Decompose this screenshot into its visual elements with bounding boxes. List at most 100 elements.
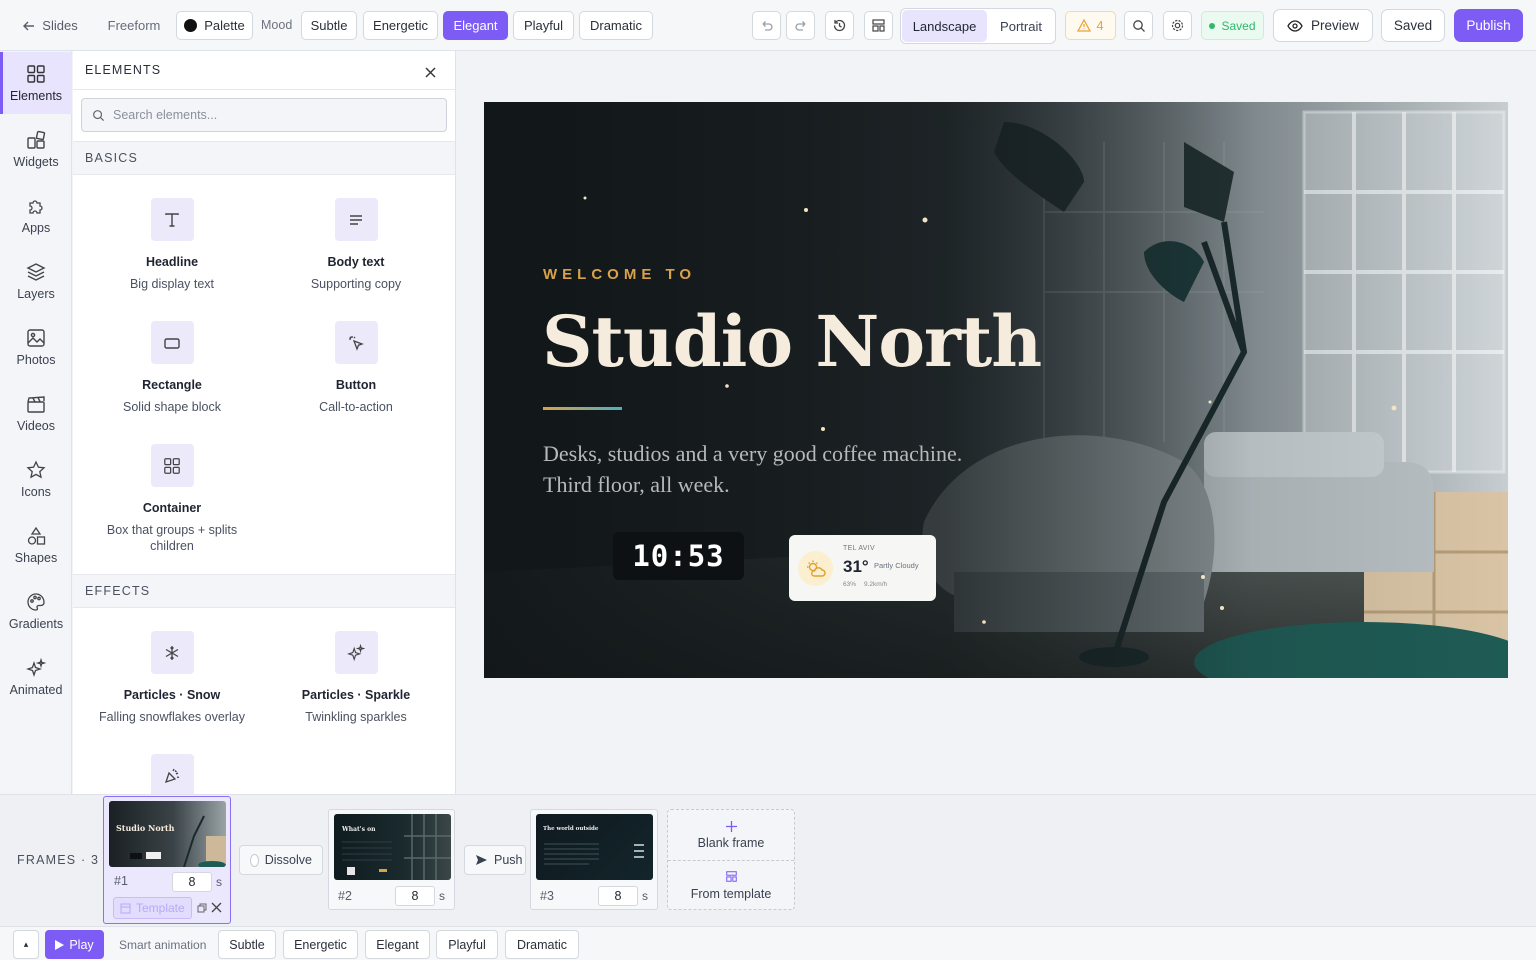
search-elements-input[interactable]: Search elements...: [113, 108, 217, 122]
element-confetti[interactable]: [80, 754, 264, 794]
add-frame-card: Blank frame From template: [667, 809, 795, 910]
weather-city: TEL AVIV: [843, 545, 875, 552]
rail-item-animated[interactable]: Animated: [0, 646, 72, 708]
element-desc: Solid shape block: [123, 400, 221, 414]
history-button[interactable]: [825, 11, 854, 40]
rail-label: Photos: [16, 352, 56, 367]
rail-item-elements[interactable]: Elements: [0, 52, 72, 114]
rail-item-apps[interactable]: Apps: [0, 184, 72, 246]
mood-label: Mood: [261, 18, 293, 32]
frame-1[interactable]: Studio North #1 8 s Template: [103, 796, 231, 924]
rail-item-videos[interactable]: Videos: [0, 382, 72, 444]
warning-icon: [1077, 19, 1092, 32]
transition-push-button[interactable]: Push: [464, 845, 526, 875]
slide-body[interactable]: Desks, studios and a very good coffee ma…: [543, 438, 962, 500]
template-label: Template: [136, 901, 185, 915]
element-container[interactable]: Container Box that groups + splits child…: [80, 444, 264, 554]
element-particles-sparkle[interactable]: Particles · Sparkle Twinkling sparkles: [264, 631, 448, 725]
party-popper-icon: [150, 754, 194, 794]
frame-duration-input[interactable]: 8: [172, 872, 212, 892]
mood-dramatic-button[interactable]: Dramatic: [579, 11, 653, 40]
element-desc: Call-to-action: [319, 400, 393, 414]
animation-dramatic-button[interactable]: Dramatic: [505, 930, 579, 959]
freeform-button[interactable]: Freeform: [98, 11, 170, 40]
play-button[interactable]: Play: [45, 930, 104, 959]
text-t-icon: [150, 198, 194, 241]
element-name: Button: [335, 378, 377, 392]
frame-duration-input[interactable]: 8: [395, 886, 435, 906]
element-body-text[interactable]: Body text Supporting copy: [264, 198, 448, 292]
element-rectangle[interactable]: Rectangle Solid shape block: [80, 321, 264, 415]
layers-icon: [26, 262, 46, 282]
rail-item-shapes[interactable]: Shapes: [0, 514, 72, 576]
undo-button[interactable]: [752, 11, 781, 40]
saved-status-text: Saved: [1221, 18, 1256, 33]
rail-label: Apps: [21, 220, 51, 235]
slide-title[interactable]: Studio North: [542, 300, 1042, 383]
element-particles-snow[interactable]: Particles · Snow Falling snowflakes over…: [80, 631, 264, 725]
pointer-click-icon: [334, 321, 378, 364]
delete-frame-button[interactable]: [211, 902, 222, 913]
rail-item-gradients[interactable]: Gradients: [0, 580, 72, 642]
preview-button[interactable]: Preview: [1273, 9, 1373, 42]
frame-3[interactable]: The world outside #3 8 s: [530, 809, 658, 910]
slide-eyebrow[interactable]: WELCOME TO: [543, 266, 696, 283]
search-button[interactable]: [1124, 11, 1153, 40]
element-button[interactable]: Button Call-to-action: [264, 321, 448, 415]
from-template-button[interactable]: From template: [668, 861, 794, 910]
undo-icon: [760, 19, 774, 33]
frame-2[interactable]: What's on #2 8 s: [328, 809, 455, 910]
close-icon: [211, 902, 222, 913]
blank-frame-button[interactable]: Blank frame: [668, 810, 794, 860]
rail-item-icons[interactable]: Icons: [0, 448, 72, 510]
portrait-button[interactable]: Portrait: [989, 10, 1053, 42]
weather-widget[interactable]: TEL AVIV 31° Partly Cloudy 63% 9.2km/h: [789, 535, 936, 601]
rail-item-layers[interactable]: Layers: [0, 250, 72, 312]
duration-unit: s: [439, 889, 445, 903]
rail-item-photos[interactable]: Photos: [0, 316, 72, 378]
search-elements-field[interactable]: Search elements...: [81, 98, 447, 132]
left-rail: Elements Widgets Apps Layers Photos Vide…: [0, 51, 72, 794]
mood-playful-button[interactable]: Playful: [513, 11, 574, 40]
frame-duration-input[interactable]: 8: [598, 886, 638, 906]
landscape-button[interactable]: Landscape: [902, 10, 987, 42]
settings-button[interactable]: [1163, 11, 1192, 40]
slide-canvas[interactable]: WELCOME TO Studio North Desks, studios a…: [484, 102, 1508, 678]
animation-playful-button[interactable]: Playful: [436, 930, 498, 959]
publish-button[interactable]: Publish: [1454, 9, 1523, 42]
animation-energetic-button[interactable]: Energetic: [283, 930, 358, 959]
animation-subtle-button[interactable]: Subtle: [218, 930, 276, 959]
mood-elegant-button[interactable]: Elegant: [443, 11, 508, 40]
image-icon: [26, 328, 46, 348]
warnings-count: 4: [1096, 18, 1104, 33]
play-label: Play: [69, 937, 94, 952]
effects-header: EFFECTS: [73, 574, 455, 608]
rail-item-widgets[interactable]: Widgets: [0, 118, 72, 180]
smart-animation-label: Smart animation: [119, 938, 207, 952]
redo-button[interactable]: [786, 11, 815, 40]
mood-subtle-button[interactable]: Subtle: [301, 11, 357, 40]
collapse-button[interactable]: ▴: [13, 930, 39, 959]
dissolve-icon: [250, 853, 259, 867]
close-panel-button[interactable]: [421, 63, 439, 81]
animation-elegant-button[interactable]: Elegant: [365, 930, 430, 959]
element-desc: Box that groups + splits children: [106, 523, 238, 553]
text-lines-icon: [334, 198, 378, 241]
clock-widget[interactable]: 10:53: [613, 532, 744, 580]
palette-button[interactable]: Palette: [176, 11, 253, 40]
duplicate-frame-button[interactable]: [197, 903, 207, 913]
transition-dissolve-button[interactable]: Dissolve: [239, 845, 323, 875]
save-as-template-button[interactable]: Template: [113, 897, 192, 919]
status-dot-icon: [1209, 22, 1216, 29]
bottom-bar: ▴ Play Smart animation Subtle Energetic …: [0, 926, 1536, 960]
saved-button[interactable]: Saved: [1381, 9, 1445, 42]
rail-label: Layers: [17, 286, 55, 301]
back-to-slides-button[interactable]: Slides: [14, 11, 86, 40]
layout-button[interactable]: [864, 11, 893, 40]
grid-icon: [26, 64, 46, 84]
mood-energetic-button[interactable]: Energetic: [363, 11, 438, 40]
element-headline[interactable]: Headline Big display text: [80, 198, 264, 292]
warnings-button[interactable]: 4: [1065, 11, 1116, 40]
shapes-icon: [26, 526, 46, 546]
frames-count-label: FRAMES · 3: [17, 853, 100, 867]
